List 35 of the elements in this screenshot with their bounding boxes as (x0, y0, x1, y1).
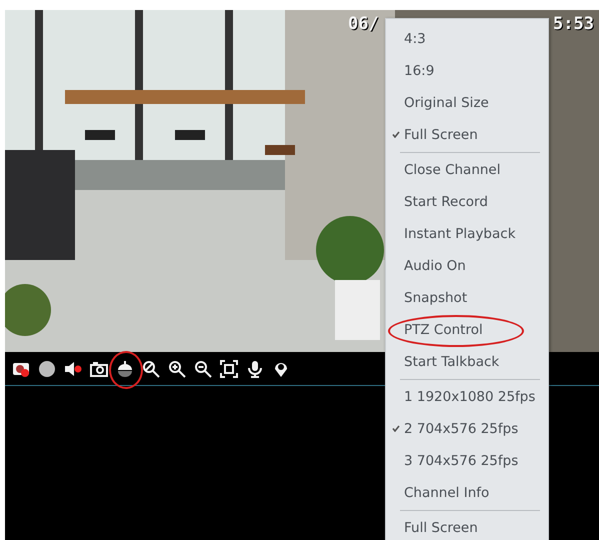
timestamp-text: 5:53 (553, 14, 594, 34)
menu-item[interactable]: PTZ Control (386, 314, 548, 346)
toolbar-button[interactable] (141, 358, 161, 378)
checkmark-icon (392, 130, 400, 138)
dome-camera-icon (116, 360, 134, 378)
speaker-muted-icon (64, 360, 82, 378)
record-icon (38, 360, 56, 378)
menu-item[interactable]: 16:9 (386, 55, 548, 87)
zoom-slash-icon (142, 360, 160, 378)
menu-item[interactable]: Full Screen (386, 512, 548, 540)
menu-item[interactable]: 3 704x576 25fps (386, 445, 548, 477)
menu-item[interactable]: Channel Info (386, 477, 548, 509)
menu-item[interactable]: Start Record (386, 186, 548, 218)
menu-item[interactable]: 2 704x576 25fps (386, 413, 548, 445)
menu-item[interactable]: 1 1920x1080 25fps (386, 381, 548, 413)
menu-item[interactable]: Snapshot (386, 282, 548, 314)
toolbar-button[interactable] (245, 358, 265, 378)
menu-item[interactable]: Start Talkback (386, 346, 548, 378)
menu-item[interactable]: Full Screen (386, 119, 548, 151)
menu-item[interactable]: Close Channel (386, 154, 548, 186)
zoom-in-icon (168, 360, 186, 378)
menu-item[interactable]: Audio On (386, 250, 548, 282)
menu-item[interactable]: Instant Playback (386, 218, 548, 250)
checkmark-icon (392, 424, 400, 432)
camera-icon (90, 360, 108, 378)
microphone-icon (246, 360, 264, 378)
timestamp-text: 06/ (348, 14, 379, 34)
toolbar-button[interactable] (167, 358, 187, 378)
fit-screen-icon (220, 360, 238, 378)
toolbar-button[interactable] (193, 358, 213, 378)
toolbar-button[interactable] (37, 358, 57, 378)
toolbar-button[interactable] (219, 358, 239, 378)
menu-item[interactable]: Original Size (386, 87, 548, 119)
menu-item[interactable]: 4:3 (386, 23, 548, 55)
zoom-out-icon (194, 360, 212, 378)
